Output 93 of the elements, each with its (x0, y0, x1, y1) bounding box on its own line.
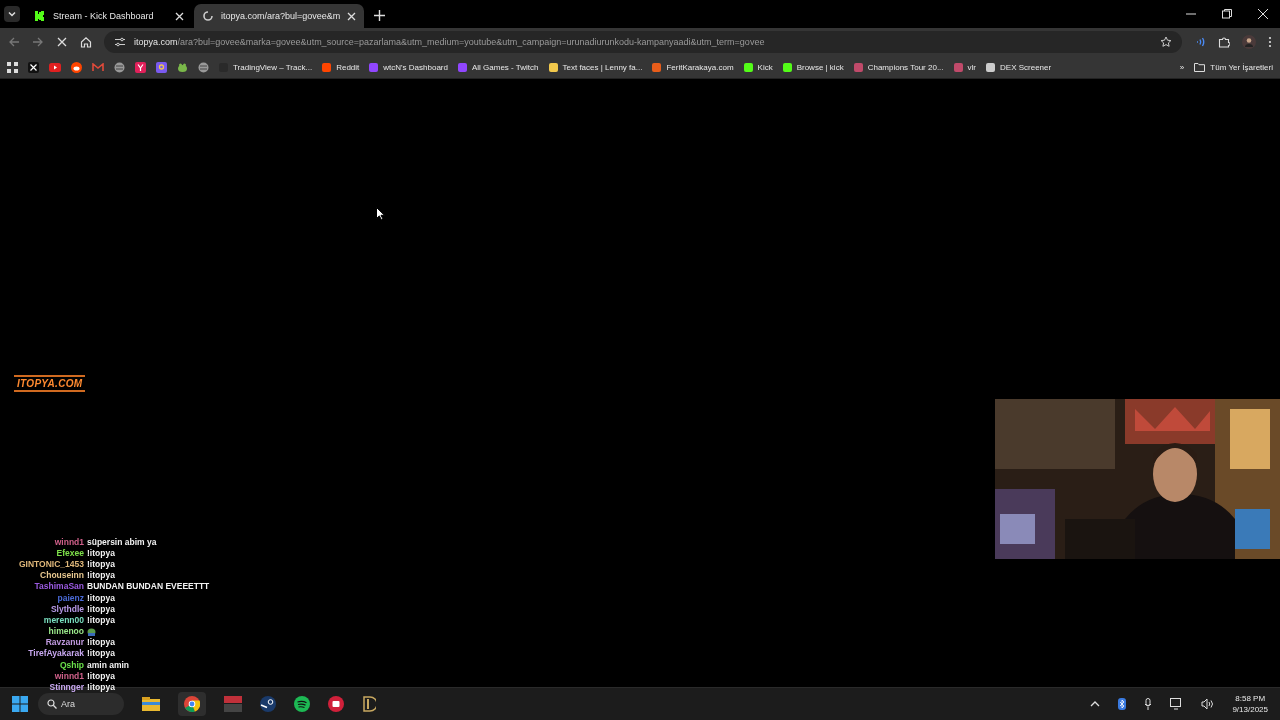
taskbar-date: 9/13/2025 (1232, 704, 1268, 715)
play-button-icon[interactable] (49, 62, 61, 72)
bookmark[interactable]: All Games - Twitch (457, 62, 539, 72)
forward-arrow-icon[interactable] (32, 36, 44, 48)
apps-grid-icon[interactable] (7, 61, 18, 73)
x-logo-icon[interactable] (28, 61, 39, 73)
chat-username: Slythdle (49, 603, 84, 614)
site-settings-icon[interactable] (114, 36, 126, 48)
mail-icon[interactable] (92, 62, 104, 72)
chat-username: himenoo (47, 626, 84, 637)
bookmark[interactable]: TradingView – Track... (219, 62, 313, 72)
bluetooth-icon[interactable] (1118, 698, 1127, 710)
bookmark[interactable]: Browse | kick (782, 62, 844, 72)
chat-username: winnd1 (53, 670, 84, 681)
chat-message: !itopya (87, 637, 115, 648)
chat-message: BUNDAN BUNDAN EVEEETTT (87, 581, 210, 592)
chat-username: GINTONIC_1453 (17, 558, 84, 569)
chat-message: !itopya (87, 614, 115, 625)
speaker-icon[interactable] (1201, 698, 1215, 710)
close-icon[interactable] (347, 11, 357, 21)
network-icon[interactable] (1170, 698, 1184, 710)
chat-username: paienz (56, 592, 84, 603)
bookmark[interactable]: DEX Screener (986, 62, 1052, 72)
back-arrow-icon[interactable] (8, 36, 20, 48)
windows-start-icon[interactable] (12, 696, 28, 712)
chat-username: winnd1 (53, 536, 84, 547)
chat-message: !itopya (87, 670, 115, 681)
stop-loading-icon[interactable] (56, 36, 68, 48)
chat-username: Efexee (55, 547, 84, 558)
star-icon[interactable] (1160, 36, 1172, 48)
new-tab-icon[interactable] (374, 10, 386, 21)
close-icon[interactable] (175, 11, 184, 21)
browser-tab[interactable]: Stream - Kick Dashboard (26, 4, 192, 28)
message-app-icon[interactable] (328, 696, 344, 712)
steam-icon[interactable] (260, 696, 276, 712)
chat-message: amin amin (87, 659, 130, 670)
tab-title: Stream - Kick Dashboard (53, 11, 155, 21)
frog-icon[interactable] (177, 61, 188, 73)
chat-message: !itopya (87, 558, 115, 569)
microphone-icon[interactable] (1144, 698, 1153, 710)
chat-username: TashimaSan (33, 581, 84, 592)
tab-list-button[interactable] (4, 6, 20, 22)
puzzle-icon[interactable] (1218, 36, 1230, 48)
chat-message: süpersin abim ya (87, 536, 157, 547)
tab-title: itopya.com/ara?bul=govee&m (221, 11, 341, 21)
chat-message: !itopya (87, 570, 115, 581)
search-icon (47, 699, 57, 709)
bookmark[interactable]: FeritKarakaya.com (652, 62, 734, 72)
folder-icon[interactable] (142, 697, 160, 711)
chat-username: merenn00 (42, 614, 84, 625)
address-bar[interactable]: itopya.com/ara?bul=govee&marka=govee&utm_source=pazarlama&utm_medium=youtube&utm_campaign=urunadiurunkodu-kampanyaadi&utm_term=govee (104, 31, 1182, 53)
chat-message: !itopya (87, 547, 115, 558)
chrome-icon[interactable] (184, 696, 200, 712)
globe-icon[interactable] (114, 61, 125, 73)
folder-icon (1194, 62, 1206, 72)
chat-username: TirefAyakarak (27, 648, 84, 659)
y-logo-icon[interactable] (135, 61, 146, 73)
loading-spinner-icon (202, 10, 214, 22)
more-bookmarks-button[interactable]: » (1179, 62, 1185, 72)
home-icon[interactable] (80, 36, 92, 48)
mouse-cursor-icon (376, 207, 385, 221)
g-logo-icon[interactable] (156, 61, 167, 73)
chat-username: Stinnger (48, 682, 84, 693)
browser-tab[interactable]: itopya.com/ara?bul=govee&m (194, 4, 365, 28)
taskbar-time: 8:58 PM (1235, 693, 1266, 704)
bookmark[interactable]: Champions Tour 20... (853, 62, 944, 72)
chat-username: Qship (58, 659, 84, 670)
chat-username: Chouseinn (39, 570, 84, 581)
bookmark[interactable]: vlr (953, 62, 976, 72)
chat-message: !itopya (87, 682, 115, 693)
avatar-icon[interactable] (1242, 35, 1256, 49)
kick-logo-icon (34, 10, 46, 22)
chat-username: Ravzanur (44, 637, 84, 648)
all-bookmarks-button[interactable]: Tüm Yer İşaretleri (1194, 62, 1273, 72)
chat-message: !itopya (87, 592, 115, 603)
bookmark[interactable]: Reddit (322, 62, 360, 72)
mixer-app-icon[interactable] (224, 696, 242, 712)
globe-icon[interactable] (198, 61, 209, 73)
spotify-icon[interactable] (294, 696, 310, 712)
menu-icon[interactable] (1268, 36, 1272, 48)
bookmark[interactable]: Kick (743, 62, 773, 72)
broadcast-icon[interactable] (1194, 36, 1206, 48)
bookmark[interactable]: wtcN's Dashboard (369, 62, 448, 72)
chevron-down-icon (7, 9, 17, 19)
overlay-logo: ITOPYA.COM (14, 375, 86, 392)
bookmark[interactable]: Text faces | Lenny fa... (548, 62, 643, 72)
taskbar-search-field[interactable]: Ara (38, 693, 124, 715)
chat-message: !itopya (87, 648, 115, 659)
close-icon[interactable] (1257, 8, 1269, 20)
restore-icon[interactable] (1221, 8, 1233, 20)
chevron-up-icon[interactable] (1090, 700, 1101, 708)
url-text: itopya.com/ara?bul=govee&marka=govee&utm_source=pazarlama&utm_medium=youtube&utm_campaign=urunadiurunkodu-kampanyaadi&utm_term=govee (134, 37, 765, 47)
chat-message: !itopya (87, 603, 115, 614)
